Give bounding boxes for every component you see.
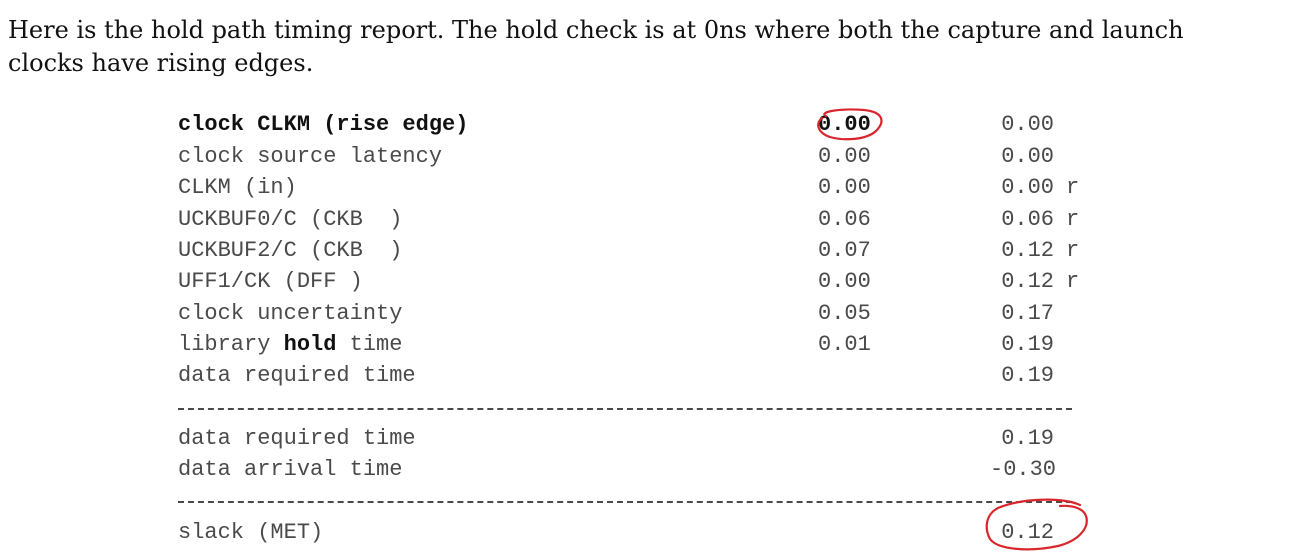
- row-label: clock CLKM (rise edge): [178, 112, 469, 137]
- row-label: CLKM (in): [178, 175, 297, 200]
- row-label: clock uncertainty: [178, 301, 403, 326]
- summary-path: 0.19: [1001, 426, 1054, 451]
- slack-value: 0.12: [1001, 520, 1054, 545]
- row-label-library-hold-time: library hold time: [178, 329, 402, 360]
- row-label: UFF1/CK (DFF ): [178, 269, 363, 294]
- row-incr: 0.00: [818, 269, 871, 294]
- row-label-hold: hold: [283, 332, 337, 357]
- row-incr: 0.07: [818, 238, 871, 263]
- row-flag: r: [1066, 238, 1080, 263]
- row-path: 0.00: [1001, 112, 1054, 137]
- dashed-separator: [178, 501, 1072, 503]
- summary-path: -0.30: [990, 457, 1057, 482]
- row-label: UCKBUF0/C (CKB ): [178, 207, 403, 232]
- row-path: 0.19: [1001, 332, 1054, 357]
- row-incr: 0.05: [818, 301, 871, 326]
- report-row: clock source latency 0.00 0.00: [0, 141, 1315, 172]
- report-row: clock uncertainty 0.05 0.17: [0, 298, 1315, 329]
- summary-row: data required time 0.19: [0, 423, 1315, 454]
- report-row: UFF1/CK (DFF ) 0.00 0.12 r: [0, 266, 1315, 297]
- row-path: 0.00: [1001, 144, 1054, 169]
- row-path: 0.00: [1001, 175, 1054, 200]
- row-incr: 0.06: [818, 207, 871, 232]
- report-row: UCKBUF0/C (CKB ) 0.06 0.06 r: [0, 204, 1315, 235]
- summary-label: data required time: [178, 426, 416, 451]
- row-label: clock source latency: [178, 144, 443, 169]
- summary-row: data arrival time -0.30: [0, 454, 1315, 485]
- row-label: data required time: [178, 363, 416, 388]
- report-row: UCKBUF2/C (CKB ) 0.07 0.12 r: [0, 235, 1315, 266]
- row-incr: 0.00: [818, 112, 871, 137]
- row-path: 0.17: [1001, 301, 1054, 326]
- row-flag: r: [1066, 175, 1080, 200]
- row-incr: 0.00: [818, 144, 871, 169]
- row-flag: r: [1066, 269, 1080, 294]
- summary-label: data arrival time: [178, 457, 403, 482]
- row-path: 0.12: [1001, 238, 1054, 263]
- row-flag: r: [1066, 207, 1080, 232]
- timing-report: clock CLKM (rise edge) 0.00 0.00 clock s…: [0, 0, 1315, 555]
- report-row: clock CLKM (rise edge) 0.00 0.00: [0, 109, 1315, 140]
- row-path: 0.06: [1001, 207, 1054, 232]
- report-row: data required time 0.19: [0, 360, 1315, 391]
- row-incr: 0.00: [818, 175, 871, 200]
- slack-label: slack (MET): [178, 520, 324, 545]
- dashed-separator: [178, 408, 1072, 410]
- row-path: 0.19: [1001, 363, 1054, 388]
- row-incr: 0.01: [818, 332, 871, 357]
- row-label: UCKBUF2/C (CKB ): [178, 238, 403, 263]
- report-row: library hold time 0.01 0.19: [0, 329, 1315, 360]
- row-label-pre: library: [178, 332, 284, 357]
- row-label-post: time: [336, 332, 403, 357]
- slack-row: slack (MET) 0.12: [0, 517, 1315, 548]
- row-path: 0.12: [1001, 269, 1054, 294]
- report-row: CLKM (in) 0.00 0.00 r: [0, 172, 1315, 203]
